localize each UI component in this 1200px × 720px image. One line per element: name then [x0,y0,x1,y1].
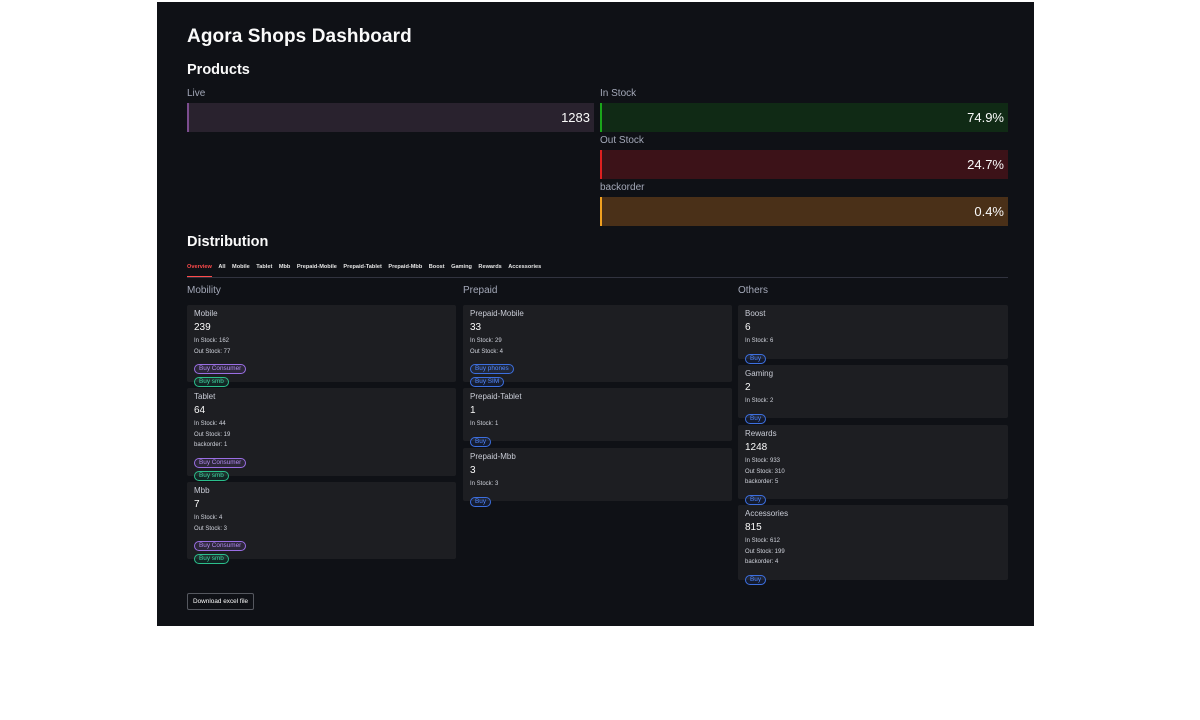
mobility-column-heading: Mobility [187,285,221,296]
card-name: Mobile [194,309,218,318]
card-name: Boost [745,309,766,318]
others-column-heading: Others [738,285,769,296]
tab-mbb[interactable]: Mbb [279,263,291,276]
card-count: 239 [194,322,211,333]
card-count: 64 [194,405,206,416]
card-stat: Out Stock: 77 [194,348,231,355]
card-stat: In Stock: 2 [745,398,774,404]
card-name: Mbb [194,486,210,495]
card-stat: In Stock: 933 [745,458,781,464]
out-stock-metric: 24.7% [600,150,1008,179]
card-count: 6 [745,322,751,333]
card-count: 33 [470,322,482,333]
card-mbb: Mbb 7 In Stock: 4 Out Stock: 3 Buy Consu… [187,482,456,565]
distribution-tabs: Overview All Mobile Tablet Mbb Prepaid-Mobile… [187,263,1008,278]
live-label: Live [187,88,206,99]
out-stock-value: 24.7% [967,157,1004,172]
card-rewards: Rewards 1248 In Stock: 933 Out Stock: 31… [738,425,1008,505]
card-accessories: Accessories 815 In Stock: 612 Out Stock:… [738,505,1008,585]
in-stock-metric: 74.9% [600,103,1008,132]
card-stat: Out Stock: 310 [745,468,785,475]
card-mobile: Mobile 239 In Stock: 162 Out Stock: 77 B… [187,305,456,388]
page-title: Agora Shops Dashboard [187,26,412,47]
buy-link[interactable]: Buy [745,494,767,505]
card-name: Prepaid-Mobile [470,309,524,318]
tab-boost[interactable]: Boost [429,263,445,276]
card-stat: Out Stock: 199 [745,548,785,555]
buy-smb-link[interactable]: Buy smb [194,470,229,481]
card-stat: In Stock: 162 [194,338,230,344]
products-heading: Products [187,62,250,78]
tab-accessories[interactable]: Accessories [508,263,541,276]
card-boost: Boost 6 In Stock: 6 Buy [738,305,1008,364]
card-count: 3 [470,465,476,476]
buy-link[interactable]: Buy [745,353,767,364]
card-count: 1248 [745,442,768,453]
card-name: Tablet [194,392,216,401]
card-count: 815 [745,522,762,533]
live-metric: 1283 [187,103,594,132]
card-count: 2 [745,382,751,393]
card-name: Prepaid-Tablet [470,392,522,401]
backorder-metric: 0.4% [600,197,1008,226]
tab-prepaid-mobile[interactable]: Prepaid-Mobile [297,263,337,276]
card-stat: In Stock: 3 [470,481,499,487]
backorder-value: 0.4% [974,204,1004,219]
card-name: Rewards [745,429,777,438]
card-name: Gaming [745,369,774,378]
buy-smb-link[interactable]: Buy smb [194,377,229,388]
tab-gaming[interactable]: Gaming [451,263,472,276]
card-prepaid-mbb: Prepaid-Mbb 3 In Stock: 3 Buy [463,448,732,507]
card-stat: backorder: 1 [194,442,228,449]
card-tablet: Tablet 64 In Stock: 44 Out Stock: 19 bac… [187,388,456,481]
card-stat: In Stock: 4 [194,515,223,521]
card-name: Accessories [745,509,789,518]
buy-link[interactable]: Buy [470,496,492,507]
buy-link[interactable]: Buy [745,574,767,585]
card-stat: backorder: 5 [745,479,779,486]
card-stat: Out Stock: 19 [194,431,231,438]
tab-prepaid-mbb[interactable]: Prepaid-Mbb [388,263,422,276]
in-stock-value: 74.9% [967,110,1004,125]
out-stock-label: Out Stock [600,135,644,146]
card-count: 7 [194,499,200,510]
card-stat: Out Stock: 3 [194,525,228,532]
card-stat: In Stock: 6 [745,338,774,344]
app-frame: Agora Shops Dashboard Products Live 1283… [157,2,1034,626]
tab-all[interactable]: All [218,263,225,276]
distribution-heading: Distribution [187,234,269,250]
buy-link[interactable]: Buy [470,436,492,447]
tab-overview[interactable]: Overview [187,263,212,277]
backorder-label: backorder [600,182,645,193]
card-stat: In Stock: 44 [194,421,226,427]
prepaid-column-heading: Prepaid [463,285,498,296]
buy-sim-link[interactable]: Buy SIM [470,377,505,388]
card-stat: In Stock: 29 [470,338,502,344]
buy-link[interactable]: Buy [745,413,767,424]
card-stat: In Stock: 612 [745,538,781,544]
card-gaming: Gaming 2 In Stock: 2 Buy [738,365,1008,424]
card-count: 1 [470,405,476,416]
card-prepaid-mobile: Prepaid-Mobile 33 In Stock: 29 Out Stock… [463,305,732,388]
tab-rewards[interactable]: Rewards [478,263,501,276]
tab-tablet[interactable]: Tablet [256,263,272,276]
tab-mobile[interactable]: Mobile [232,263,250,276]
tab-prepaid-tablet[interactable]: Prepaid-Tablet [343,263,381,276]
live-value: 1283 [561,110,590,125]
card-stat: backorder: 4 [745,559,779,566]
card-name: Prepaid-Mbb [470,452,516,461]
buy-smb-link[interactable]: Buy smb [194,554,229,565]
card-prepaid-tablet: Prepaid-Tablet 1 In Stock: 1 Buy [463,388,732,447]
card-stat: In Stock: 1 [470,421,499,427]
download-excel-button[interactable]: Download excel file [187,593,255,610]
card-stat: Out Stock: 4 [470,348,504,355]
in-stock-label: In Stock [600,88,637,99]
